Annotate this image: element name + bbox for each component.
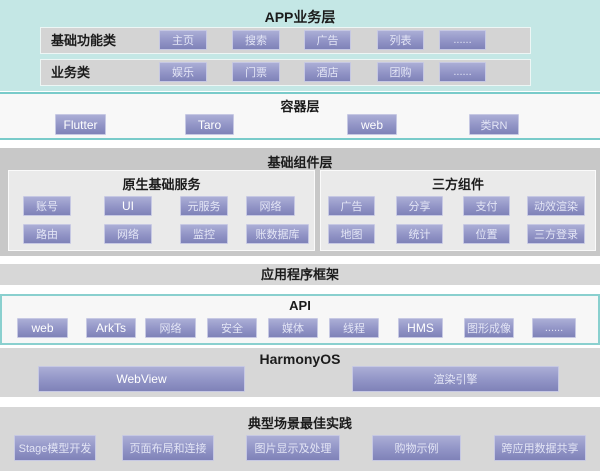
block-account: 账号 <box>23 196 71 216</box>
block-cross-app-data-share: 跨应用数据共享 <box>494 435 586 461</box>
api-layer-section: API web ArkTs 网络 安全 媒体 线程 HMS 图形成像 .....… <box>0 294 600 345</box>
block-home: 主页 <box>159 30 207 50</box>
block-webview: WebView <box>38 366 245 392</box>
block-ads: 广告 <box>304 30 351 50</box>
third-party-title: 三方组件 <box>321 171 595 193</box>
block-payment: 支付 <box>463 196 510 216</box>
practices-title: 典型场景最佳实践 <box>0 407 600 432</box>
block-meta-service: 元服务 <box>180 196 228 216</box>
api-layer-title: API <box>2 296 598 313</box>
third-party-panel: 三方组件 广告 分享 支付 动效渲染 地图 统计 位置 三方登录 <box>320 170 596 251</box>
block-share: 分享 <box>396 196 443 216</box>
block-location: 位置 <box>463 224 510 244</box>
business-label: 业务类 <box>51 60 90 85</box>
block-hotel: 酒店 <box>304 62 351 82</box>
block-flutter: Flutter <box>55 114 106 135</box>
os-layer-title: HarmonyOS <box>0 348 600 367</box>
container-layer-section: 容器层 Flutter Taro web 类RN <box>0 92 600 140</box>
block-hms: HMS <box>398 318 443 338</box>
block-router: 路由 <box>23 224 71 244</box>
block-api-web: web <box>17 318 68 338</box>
container-layer-title: 容器层 <box>0 94 600 115</box>
component-layer-title: 基础组件层 <box>0 148 600 171</box>
block-monitor: 监控 <box>180 224 228 244</box>
block-ad: 广告 <box>328 196 375 216</box>
block-animation-render: 动效渲染 <box>527 196 585 216</box>
block-security: 安全 <box>207 318 257 338</box>
block-network: 网络 <box>246 196 295 216</box>
block-taro: Taro <box>185 114 234 135</box>
basic-function-row: 基础功能类 主页 搜索 广告 列表 ...... <box>40 27 531 54</box>
architecture-diagram: APP业务层 基础功能类 主页 搜索 广告 列表 ...... 业务类 娱乐 门… <box>0 0 600 471</box>
block-search: 搜索 <box>232 30 280 50</box>
component-layer-section: 基础组件层 原生基础服务 账号 UI 元服务 网络 路由 网络 监控 账数据库 … <box>0 148 600 256</box>
block-web: web <box>347 114 397 135</box>
block-page-layout-connect: 页面布局和连接 <box>122 435 214 461</box>
block-database: 账数据库 <box>246 224 309 244</box>
app-layer-title: APP业务层 <box>0 0 600 27</box>
block-thread: 线程 <box>329 318 379 338</box>
block-rn-like: 类RN <box>469 114 519 135</box>
business-row: 业务类 娱乐 门票 酒店 团购 ...... <box>40 59 531 86</box>
block-business-more: ...... <box>439 62 486 82</box>
block-shopping-example: 购物示例 <box>372 435 461 461</box>
block-third-party-login: 三方登录 <box>527 224 585 244</box>
block-entertainment: 娱乐 <box>159 62 207 82</box>
block-basic-more: ...... <box>439 30 486 50</box>
practices-section: 典型场景最佳实践 Stage模型开发 页面布局和连接 图片显示及处理 购物示例 … <box>0 407 600 471</box>
block-map: 地图 <box>328 224 375 244</box>
block-api-more: ...... <box>532 318 576 338</box>
block-stage-model-dev: Stage模型开发 <box>14 435 96 461</box>
framework-layer-title: 应用程序框架 <box>0 264 600 285</box>
native-services-title: 原生基础服务 <box>9 171 314 193</box>
framework-layer-section: 应用程序框架 <box>0 264 600 285</box>
block-api-network: 网络 <box>145 318 196 338</box>
native-services-panel: 原生基础服务 账号 UI 元服务 网络 路由 网络 监控 账数据库 <box>8 170 315 251</box>
basic-function-label: 基础功能类 <box>51 28 116 53</box>
block-graphics-imaging: 图形成像 <box>464 318 514 338</box>
block-ui: UI <box>104 196 152 216</box>
block-list: 列表 <box>377 30 424 50</box>
block-group-buy: 团购 <box>377 62 424 82</box>
block-arkts: ArkTs <box>86 318 136 338</box>
block-tickets: 门票 <box>232 62 280 82</box>
os-layer-section: HarmonyOS WebView 渲染引擎 <box>0 348 600 397</box>
block-media: 媒体 <box>268 318 318 338</box>
block-image-display-process: 图片显示及处理 <box>246 435 340 461</box>
app-layer-section: APP业务层 基础功能类 主页 搜索 广告 列表 ...... 业务类 娱乐 门… <box>0 0 600 91</box>
block-statistics: 统计 <box>396 224 443 244</box>
block-network-2: 网络 <box>104 224 152 244</box>
block-render-engine: 渲染引擎 <box>352 366 559 392</box>
